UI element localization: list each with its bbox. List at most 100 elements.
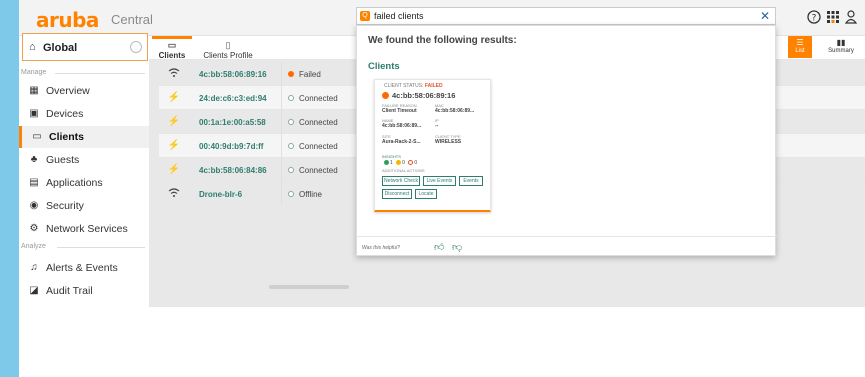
sidebar-item-clients[interactable]: ▭ Clients <box>19 126 149 148</box>
audit-trail-icon: ◪ <box>29 285 39 296</box>
live-events-button[interactable]: Live Events <box>423 176 456 186</box>
field-value: Client Timeout <box>382 108 417 114</box>
status-dot-icon <box>288 119 294 125</box>
sidebar-item-guests[interactable]: ♣ Guests <box>19 149 149 171</box>
insight-critical-icon <box>408 160 414 166</box>
sidebar-item-label: Guests <box>46 154 80 166</box>
network-check-button[interactable]: Network Check <box>382 176 420 186</box>
list-view-button[interactable]: ☰ List <box>788 36 812 58</box>
insight-count: 1 <box>390 160 393 166</box>
insights-label: INSIGHTS <box>382 154 401 159</box>
column-divider <box>281 182 282 206</box>
column-divider <box>281 158 282 182</box>
thumbs-up-icon[interactable]: 👍︎ <box>434 241 444 253</box>
search-results-popup: We found the following results: Clients … <box>356 25 777 256</box>
sidebar-item-security[interactable]: ◉ Security <box>19 195 149 217</box>
sidebar-item-network-services[interactable]: ⚙ Network Services <box>19 218 149 240</box>
status-label: CLIENT STATUS: <box>384 83 424 89</box>
network-services-icon: ⚙ <box>29 223 39 234</box>
tab-clients-profile[interactable]: ▯ Clients Profile <box>196 36 260 60</box>
close-icon[interactable]: ✕ <box>760 9 770 23</box>
wired-icon: ⚡ <box>167 140 181 151</box>
app-window: aruba Central Q failed clients ✕ ? ⌂ Glo… <box>19 0 865 377</box>
apps-grid-icon[interactable] <box>825 10 841 26</box>
sidebar-item-audit-trail[interactable]: ◪ Audit Trail <box>19 280 149 302</box>
sidebar-item-devices[interactable]: ▣ Devices <box>19 103 149 125</box>
sidebar: ⌂ Global Manage ▦ Overview ▣ Devices ▭ C… <box>19 33 149 377</box>
column-divider <box>281 134 282 158</box>
client-status: Failed <box>299 70 321 79</box>
insights-counts: 1 0 0 <box>382 160 417 166</box>
summary-view-button[interactable]: ▮▮ Summary <box>821 36 861 58</box>
client-status: Offline <box>299 190 322 199</box>
client-mac[interactable]: 4c:bb:58:06:89:16 <box>199 70 267 79</box>
list-view-label: List <box>795 48 805 54</box>
wired-icon: ⚡ <box>167 92 181 103</box>
wifi-icon <box>167 188 181 201</box>
actions-label: ADDITIONAL ACTIONS <box>382 168 425 173</box>
profile-tab-icon: ▯ <box>225 40 231 50</box>
column-divider <box>281 86 282 110</box>
events-button[interactable]: Events <box>459 176 483 186</box>
section-analyze: Analyze <box>21 243 46 250</box>
client-status: Connected <box>299 118 338 127</box>
thumbs-down-icon[interactable]: 👎︎ <box>452 241 462 253</box>
sidebar-item-label: Clients <box>49 131 85 143</box>
security-icon: ◉ <box>29 200 39 211</box>
scope-selector[interactable]: ⌂ Global <box>22 33 148 61</box>
status-dot-icon <box>288 191 294 197</box>
list-icon: ☰ <box>796 38 804 47</box>
field-value: -- <box>435 123 439 129</box>
locate-button[interactable]: Locate <box>415 189 437 199</box>
wired-icon: ⚡ <box>167 116 181 127</box>
insight-good-icon <box>384 160 389 166</box>
wifi-icon <box>167 68 181 81</box>
insight-count: 0 <box>402 160 405 166</box>
sidebar-item-applications[interactable]: ▤ Applications <box>19 172 149 194</box>
building-icon: ⌂ <box>29 41 36 53</box>
horizontal-scrollbar[interactable] <box>269 285 349 289</box>
devices-icon: ▣ <box>29 108 39 119</box>
card-status: CLIENT STATUS: FAILED <box>384 83 443 89</box>
overview-icon: ▦ <box>29 85 39 96</box>
client-mac[interactable]: 24:de:c6:c3:ed:94 <box>199 94 267 103</box>
section-manage: Manage <box>21 69 47 76</box>
disconnect-button[interactable]: Disconnect <box>382 189 412 199</box>
applications-icon: ▤ <box>29 177 39 188</box>
column-divider <box>281 110 282 134</box>
sidebar-item-alerts-events[interactable]: ♫ Alerts & Events <box>19 257 149 279</box>
insight-count: 0 <box>414 160 418 166</box>
user-icon[interactable] <box>843 10 859 26</box>
wired-icon: ⚡ <box>167 164 181 175</box>
insight-warning-icon <box>396 160 402 166</box>
field-value: WIRELESS <box>435 139 462 145</box>
client-result-card[interactable]: CLIENT STATUS: FAILED 4c:bb:58:06:89:16 … <box>374 79 491 212</box>
status-dot-icon <box>288 71 294 77</box>
field-value: 4c:bb:58:06:89... <box>435 108 475 114</box>
search-icon: Q <box>360 11 370 21</box>
sidebar-item-label: Applications <box>46 177 103 189</box>
bar-chart-icon: ▮▮ <box>836 38 846 47</box>
sidebar-item-label: Network Services <box>46 223 128 235</box>
client-mac[interactable]: 4c:bb:58:06:84:86 <box>199 166 267 175</box>
card-mac[interactable]: 4c:bb:58:06:89:16 <box>392 91 455 100</box>
client-mac[interactable]: 00:1a:1e:00:a5:58 <box>199 118 266 127</box>
help-icon[interactable]: ? <box>806 10 822 26</box>
sidebar-item-overview[interactable]: ▦ Overview <box>19 80 149 102</box>
client-mac[interactable]: Drone-blr-6 <box>199 190 242 199</box>
search-bar[interactable]: Q failed clients ✕ <box>356 7 776 25</box>
summary-view-label: Summary <box>828 48 854 54</box>
sidebar-item-label: Alerts & Events <box>46 262 118 274</box>
results-heading: We found the following results: <box>368 35 517 46</box>
client-mac[interactable]: 00:40:9d:b9:7d:ff <box>199 142 263 151</box>
clients-tab-icon: ▭ <box>167 40 177 50</box>
scope-label: Global <box>43 42 78 54</box>
section-divider <box>55 73 145 74</box>
aruba-logo[interactable]: aruba <box>36 8 99 32</box>
client-status: Connected <box>299 94 338 103</box>
results-section-title: Clients <box>368 61 400 72</box>
popup-divider <box>357 236 777 237</box>
status-value: FAILED <box>424 83 443 89</box>
tab-clients[interactable]: ▭ Clients <box>152 36 192 60</box>
search-input[interactable]: failed clients <box>374 11 424 21</box>
